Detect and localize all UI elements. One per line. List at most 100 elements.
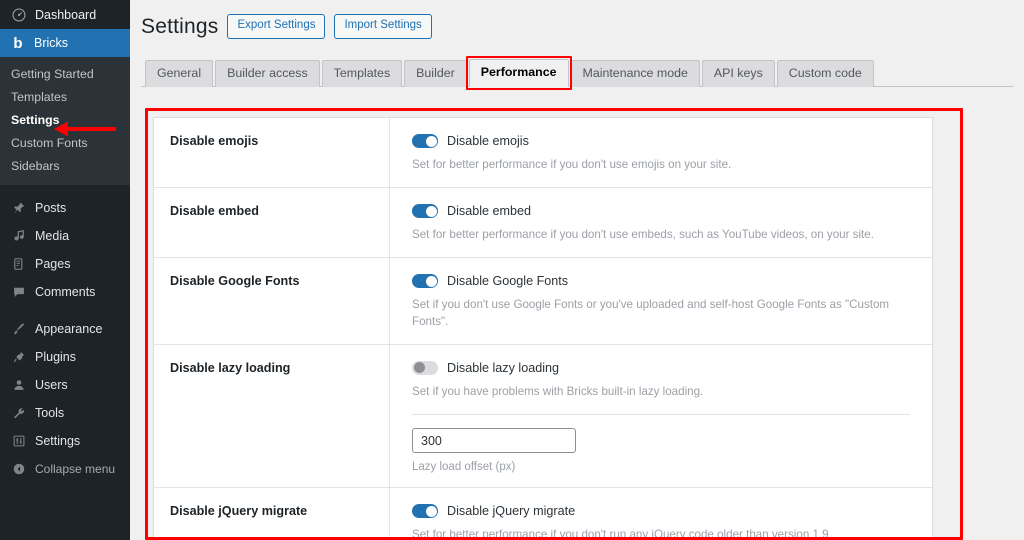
sidebar-item-getting-started[interactable]: Getting Started — [0, 63, 130, 86]
toggle-label-disable-embed: Disable embed — [447, 204, 532, 219]
sidebar-label-users: Users — [35, 378, 68, 392]
row-field-disable-jquery-migrate: Disable jQuery migrate Set for better pe… — [390, 488, 932, 540]
collapse-icon — [9, 462, 29, 476]
row-description-disable-embed: Set for better performance if you don't … — [412, 228, 874, 242]
sidebar-item-wp-settings[interactable]: Settings — [0, 427, 130, 455]
media-icon — [9, 229, 29, 243]
toggle-knob — [413, 362, 425, 374]
toggle-knob — [425, 205, 437, 217]
pin-icon — [9, 201, 29, 215]
performance-settings-table: Disable emojis Disable emojis Set for be… — [153, 117, 933, 540]
toggle-row: Disable lazy loading — [412, 360, 918, 375]
toggle-disable-embed[interactable] — [412, 204, 438, 219]
sidebar-label-posts: Posts — [35, 201, 67, 215]
row-description-disable-emojis: Set for better performance if you don't … — [412, 158, 732, 171]
sidebar-item-pages[interactable]: Pages — [0, 250, 130, 278]
lazy-load-offset-label: Lazy load offset (px) — [412, 461, 516, 474]
sidebar-label-collapse-menu: Collapse menu — [35, 462, 116, 476]
main-content: Settings Export Settings Import Settings… — [130, 0, 1024, 540]
row-title-disable-embed: Disable embed — [154, 188, 390, 258]
menu-divider — [0, 185, 130, 194]
toggle-label-disable-google-fonts: Disable Google Fonts — [447, 274, 569, 289]
table-row: Disable emojis Disable emojis Set for be… — [154, 118, 932, 189]
sidebar-item-collapse-menu[interactable]: Collapse menu — [0, 455, 130, 483]
sidebar-item-settings[interactable]: Settings — [0, 109, 130, 132]
toggle-knob — [425, 505, 437, 517]
table-row: Disable Google Fonts Disable Google Font… — [154, 258, 932, 345]
page-title: Settings — [141, 15, 219, 38]
toggle-row: Disable jQuery migrate — [412, 504, 918, 519]
toggle-knob — [425, 135, 437, 147]
toggle-disable-lazy-loading[interactable] — [412, 360, 438, 375]
sidebar-item-users[interactable]: Users — [0, 371, 130, 399]
toggle-label-disable-jquery-migrate: Disable jQuery migrate — [447, 504, 576, 519]
row-title-disable-lazy-loading: Disable lazy loading — [154, 344, 390, 488]
tab-builder[interactable]: Builder — [404, 59, 467, 88]
row-description-disable-lazy-loading: Set if you have problems with Bricks bui… — [412, 384, 704, 398]
brush-icon — [9, 322, 29, 336]
toggle-knob — [425, 275, 437, 287]
field-divider — [412, 414, 910, 416]
sidebar-item-tools[interactable]: Tools — [0, 399, 130, 427]
tab-general[interactable]: General — [145, 59, 214, 88]
row-title-disable-jquery-migrate: Disable jQuery migrate — [154, 488, 390, 540]
page-icon — [9, 257, 29, 271]
toggle-row: Disable embed — [412, 204, 918, 219]
lazy-load-offset-input[interactable] — [412, 428, 576, 454]
sidebar-item-sidebars[interactable]: Sidebars — [0, 155, 130, 178]
toggle-disable-jquery-migrate[interactable] — [412, 504, 438, 519]
sidebar-item-dashboard[interactable]: Dashboard — [0, 0, 130, 29]
dashboard-icon — [9, 7, 29, 22]
sidebar-item-templates[interactable]: Templates — [0, 86, 130, 109]
tab-api-keys[interactable]: API keys — [701, 59, 775, 88]
row-title-disable-google-fonts: Disable Google Fonts — [154, 258, 390, 344]
sidebar-item-plugins[interactable]: Plugins — [0, 343, 130, 371]
toggle-label-disable-emojis: Disable emojis — [447, 134, 529, 148]
sidebar-item-posts[interactable]: Posts — [0, 194, 130, 222]
bricks-logo-icon: b — [13, 34, 23, 52]
settings-tabs: General Builder access Templates Builder… — [141, 53, 1013, 88]
row-field-disable-embed: Disable embed Set for better performance… — [390, 188, 932, 257]
sidebar-label-dashboard: Dashboard — [35, 7, 97, 22]
tab-maintenance-mode[interactable]: Maintenance mode — [570, 59, 700, 88]
comment-icon — [9, 285, 29, 299]
wrench-icon — [9, 406, 29, 420]
page-header: Settings Export Settings Import Settings — [130, 0, 1024, 40]
toggle-disable-emojis[interactable] — [412, 134, 438, 148]
sidebar-label-plugins: Plugins — [35, 350, 76, 364]
admin-sidebar: Dashboard b Bricks Getting Started Templ… — [0, 0, 130, 540]
sidebar-item-bricks[interactable]: b Bricks — [0, 29, 130, 57]
sidebar-label-tools: Tools — [35, 406, 65, 420]
tab-templates[interactable]: Templates — [321, 59, 403, 88]
toggle-label-disable-lazy-loading: Disable lazy loading — [447, 360, 560, 375]
row-field-disable-google-fonts: Disable Google Fonts Set if you don't us… — [390, 258, 932, 343]
tab-custom-code[interactable]: Custom code — [776, 59, 874, 88]
sidebar-item-custom-fonts[interactable]: Custom Fonts — [0, 132, 130, 155]
sidebar-label-wp-settings: Settings — [35, 434, 81, 448]
row-field-disable-lazy-loading: Disable lazy loading Set if you have pro… — [390, 345, 932, 487]
sidebar-label-bricks: Bricks — [34, 36, 69, 50]
sliders-icon — [9, 434, 29, 448]
tab-performance[interactable]: Performance — [468, 58, 569, 88]
sidebar-item-appearance[interactable]: Appearance — [0, 315, 130, 343]
tab-builder-access[interactable]: Builder access — [215, 59, 320, 88]
table-row: Disable jQuery migrate Disable jQuery mi… — [154, 488, 932, 540]
sidebar-item-media[interactable]: Media — [0, 222, 130, 250]
user-icon — [9, 378, 29, 392]
sidebar-label-pages: Pages — [35, 257, 71, 271]
row-description-disable-jquery-migrate: Set for better performance if you don't … — [412, 528, 832, 540]
settings-tabs-wrap: General Builder access Templates Builder… — [141, 53, 1024, 91]
toggle-row: Disable Google Fonts — [412, 274, 918, 289]
sidebar-item-comments[interactable]: Comments — [0, 278, 130, 306]
table-row: Disable embed Disable embed Set for bett… — [154, 188, 932, 259]
plug-icon — [9, 350, 29, 364]
export-settings-button[interactable]: Export Settings — [227, 14, 326, 40]
toggle-disable-google-fonts[interactable] — [412, 274, 438, 289]
menu-divider-2 — [0, 306, 130, 315]
toggle-row: Disable emojis — [412, 134, 918, 148]
sidebar-label-comments: Comments — [35, 285, 96, 299]
sidebar-label-media: Media — [35, 229, 70, 243]
admin-screen: Dashboard b Bricks Getting Started Templ… — [0, 0, 1024, 540]
row-description-disable-google-fonts: Set if you don't use Google Fonts or you… — [412, 298, 890, 328]
import-settings-button[interactable]: Import Settings — [334, 14, 432, 40]
